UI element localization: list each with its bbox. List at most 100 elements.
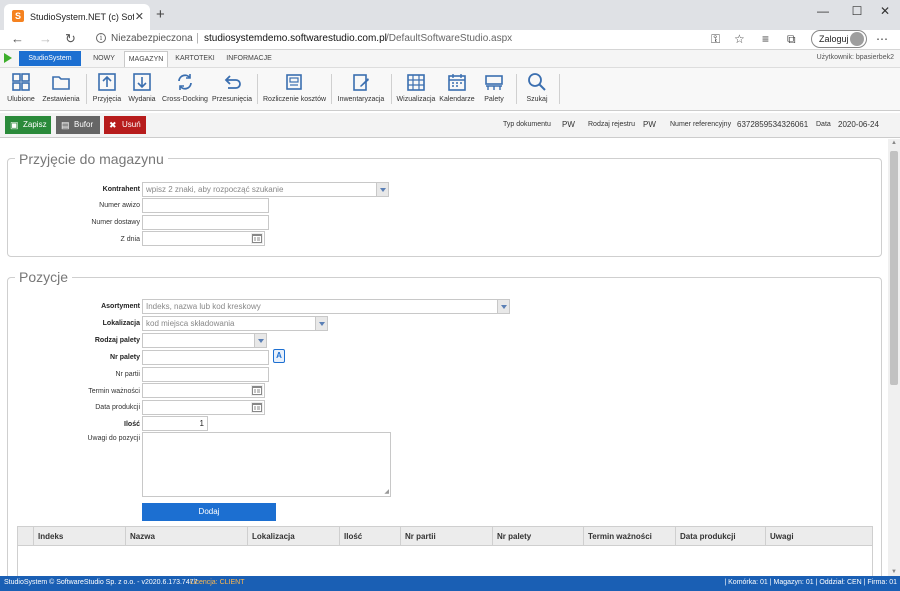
add-position-button[interactable]: Dodaj (142, 503, 276, 521)
production-date-field[interactable] (142, 400, 265, 415)
play-icon[interactable] (4, 53, 12, 63)
grid-column-data-produkcji[interactable]: Data produkcji (675, 527, 765, 546)
tool-palety[interactable]: Palety (479, 72, 509, 110)
new-tab-icon[interactable]: + (156, 6, 165, 23)
menu-tab-magazyn[interactable]: MAGAZYN (124, 51, 168, 67)
location-combobox[interactable]: kod miejsca składowania (142, 316, 328, 331)
page-scrollbar[interactable]: ▲ ▼ (888, 139, 900, 576)
grid-column-indeks[interactable]: Indeks (33, 527, 125, 546)
tool-przesuniecia[interactable]: Przesunięcia (212, 72, 252, 110)
back-arrow-icon[interactable]: ← (11, 31, 24, 46)
toolbar-separator (86, 74, 87, 104)
more-options-icon[interactable]: ⋯ (876, 32, 888, 46)
tool-ulubione[interactable]: Ulubione (4, 72, 38, 110)
menu-tab-nowy[interactable]: NOWY (89, 51, 119, 67)
chevron-down-icon[interactable] (315, 317, 327, 330)
assortment-combobox[interactable]: Indeks, nazwa lub kod kreskowy (142, 299, 510, 314)
tool-kalendarze[interactable]: Kalendarze (439, 72, 475, 110)
grid-column-nr-partii[interactable]: Nr partii (400, 527, 492, 546)
delivery-number-field[interactable] (142, 215, 269, 230)
browser-tab-title: StudioSystem.NET (c) SoftwareSt... (30, 12, 134, 22)
address-bar: ← → ↻ i Niezabezpieczona | studiosystemd… (0, 30, 900, 50)
scroll-down-icon[interactable]: ▼ (891, 569, 897, 575)
chevron-down-icon[interactable] (497, 300, 509, 313)
grid-column-nr-palety[interactable]: Nr palety (492, 527, 583, 546)
close-tab-icon[interactable]: ✕ (135, 10, 144, 23)
chevron-down-icon[interactable] (376, 183, 388, 196)
grid-icon (12, 73, 30, 91)
avatar-icon (850, 32, 864, 46)
batch-label: Nr partii (115, 371, 140, 378)
download-box-icon (133, 73, 151, 91)
brand-button[interactable]: StudioSystem (19, 51, 81, 66)
tool-przyjecia[interactable]: Przyjęcia (91, 72, 123, 110)
minimize-icon[interactable]: — (808, 4, 838, 18)
toolbar-separator (257, 74, 258, 104)
grid-column-uwagi[interactable]: Uwagi (765, 527, 872, 546)
grid-column-nazwa[interactable]: Nazwa (125, 527, 247, 546)
tool-label: Przyjęcia (92, 96, 122, 103)
browser-tab[interactable]: S StudioSystem.NET (c) SoftwareSt... ✕ (4, 4, 150, 30)
advice-number-field[interactable] (142, 198, 269, 213)
ribbon-toolbar: Ulubione Zestawienia Przyjęcia Wydania C… (0, 67, 900, 111)
batch-number-field[interactable] (142, 367, 269, 382)
info-icon[interactable]: i (96, 33, 106, 43)
grid-column-ilosc[interactable]: Ilość (339, 527, 400, 546)
tool-wizualizacja[interactable]: Wizualizacja (396, 72, 436, 110)
date-value: 2020-06-24 (838, 120, 879, 129)
tool-label: Wizualizacja (396, 96, 436, 103)
grid-column-termin-waznosci[interactable]: Termin ważności (583, 527, 675, 546)
from-date-label: Z dnia (120, 236, 140, 243)
reload-icon[interactable]: ↻ (65, 31, 76, 47)
scroll-thumb[interactable] (890, 151, 898, 385)
tool-inwentaryzacja[interactable]: Inwentaryzacja (337, 72, 385, 110)
calendar-picker-icon[interactable] (251, 385, 263, 396)
forward-arrow-icon[interactable]: → (39, 31, 52, 46)
studiosystem-favicon-icon: S (12, 10, 24, 22)
collections-icon[interactable]: ⧉ (787, 32, 796, 47)
menu-tab-kartoteki[interactable]: KARTOTEKI (175, 51, 215, 67)
positions-title: Pozycje (15, 269, 73, 285)
generate-pallet-icon[interactable]: A (273, 349, 285, 363)
delete-button[interactable]: ✖ Usuń (104, 116, 146, 134)
expiry-date-field[interactable] (142, 383, 265, 398)
resize-handle-icon[interactable]: ◢ (384, 488, 389, 495)
pallet-type-select[interactable] (142, 333, 267, 348)
security-status[interactable]: Niezabezpieczona (111, 33, 193, 44)
tool-rozliczenie-kosztow[interactable]: Rozliczenie kosztów (263, 72, 326, 110)
maximize-icon[interactable]: ☐ (842, 4, 872, 18)
from-date-field[interactable] (142, 231, 265, 246)
calendar-icon (448, 74, 466, 91)
pallet-number-field[interactable] (142, 350, 269, 365)
url-host[interactable]: studiosystemdemo.softwarestudio.com.pl (204, 33, 387, 44)
tool-cross-docking[interactable]: Cross-Docking (161, 72, 209, 110)
quantity-field[interactable]: 1 (142, 416, 208, 431)
calendar-picker-icon[interactable] (251, 402, 263, 413)
close-window-icon[interactable]: ✕ (870, 4, 900, 18)
calendar-picker-icon[interactable] (251, 233, 263, 244)
contractor-combobox[interactable]: wpisz 2 znaki, aby rozpocząć szukanie (142, 182, 389, 197)
url-path[interactable]: /DefaultSoftwareStudio.aspx (386, 33, 512, 44)
favorites-bar-icon[interactable]: ≡ (762, 32, 769, 46)
login-button[interactable]: Zaloguj (811, 30, 867, 48)
scroll-up-icon[interactable]: ▲ (891, 140, 897, 146)
save-button[interactable]: ▣ Zapisz (5, 116, 51, 134)
grid-column-lokalizacja[interactable]: Lokalizacja (247, 527, 339, 546)
notes-textarea[interactable]: ◢ (142, 432, 391, 497)
favorite-star-icon[interactable]: ☆ (734, 32, 745, 46)
status-bar: StudioSystem © SoftwareStudio Sp. z o.o.… (0, 576, 900, 591)
tool-label: Przesunięcia (212, 96, 253, 103)
chevron-down-icon[interactable] (254, 334, 266, 347)
main-content: Przyjęcie do magazynu Kontrahent wpisz 2… (0, 139, 888, 576)
folder-icon (52, 76, 70, 90)
buffer-button[interactable]: ▤ Bufor (56, 116, 100, 134)
cash-register-icon (286, 74, 302, 90)
login-label: Zaloguj (819, 34, 849, 44)
key-icon[interactable]: ⚿ (711, 32, 720, 47)
tool-zestawienia[interactable]: Zestawienia (41, 72, 81, 110)
toolbar-separator (516, 74, 517, 104)
tool-wydania[interactable]: Wydania (127, 72, 157, 110)
menu-tab-informacje[interactable]: INFORMACJE (224, 51, 274, 67)
tool-szukaj[interactable]: Szukaj (522, 72, 552, 110)
floppy-disk-icon: ▣ (10, 120, 19, 130)
